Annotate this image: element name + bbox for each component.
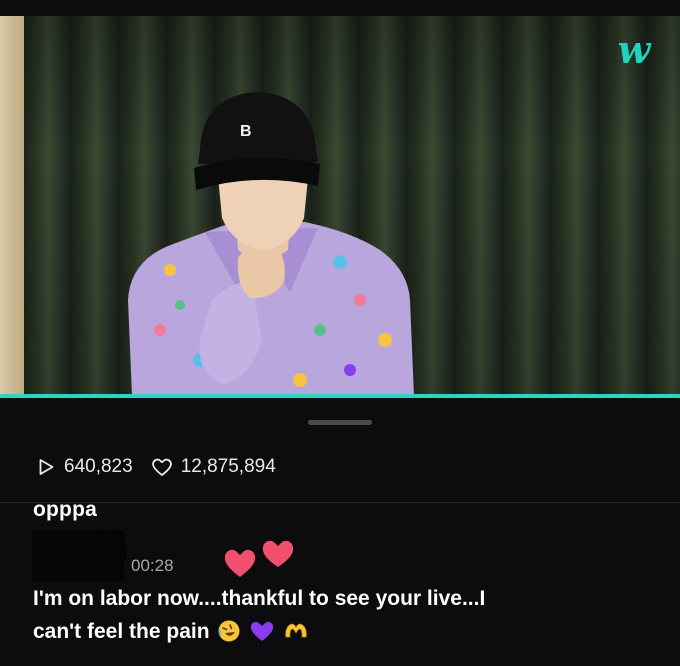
comment-line-2: can't feel the pain (33, 615, 653, 648)
comment-line-1: I'm on labor now....thankful to see your… (33, 587, 486, 610)
play-count: 640,823 (36, 456, 133, 478)
pink-hearts-icon (224, 540, 294, 577)
like-count[interactable]: 12,875,894 (151, 456, 276, 478)
comment-text: I'm on labor now....thankful to see your… (33, 582, 653, 648)
purple-heart-emoji (251, 621, 274, 641)
drag-handle[interactable] (308, 420, 372, 425)
like-count-value: 12,875,894 (180, 456, 276, 477)
stats-row: 640,823 12,875,894 (36, 454, 294, 480)
play-icon (39, 459, 54, 475)
play-count-value: 640,823 (64, 456, 133, 477)
live-video-player[interactable]: B w (0, 0, 680, 396)
rolling-laughing-emoji (218, 620, 240, 642)
streamer-video-frame: B (128, 92, 414, 396)
comment-username[interactable]: opppa (33, 498, 97, 522)
comment-line-2-text: can't feel the pain (33, 620, 210, 643)
weverse-logo-icon: w (617, 27, 651, 72)
comment-timestamp: 00:28 (131, 556, 174, 575)
svg-text:B: B (240, 123, 252, 140)
video-progress-line (0, 394, 680, 398)
heart-hands-emoji (285, 623, 307, 638)
section-divider (0, 502, 680, 503)
heart-outline-icon (151, 458, 172, 476)
